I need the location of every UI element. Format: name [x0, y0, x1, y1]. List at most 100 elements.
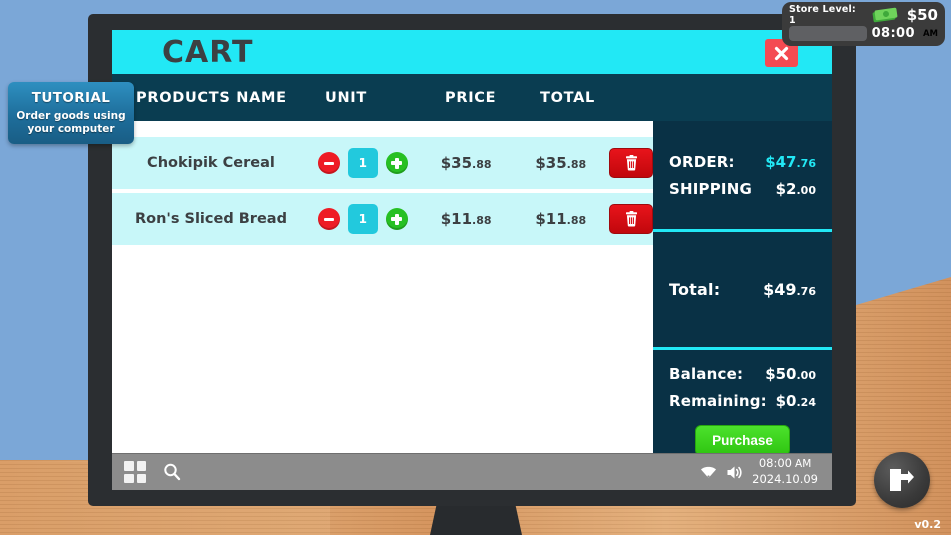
tutorial-text: Order goods using your computer [16, 110, 126, 136]
quantity-value[interactable]: 1 [347, 148, 378, 178]
start-grid-icon[interactable] [124, 461, 146, 483]
hud-bottom-row: 08:00 AM [789, 26, 938, 41]
taskbar: 08:00 AM 2024.10.09 [112, 453, 832, 490]
product-name: Chokipik Cereal [147, 154, 275, 171]
order-label: ORDER: [669, 152, 735, 171]
cart-window: CART PRODUCTS NAME UNIT PRICE TOTAL Chok… [112, 30, 832, 470]
price-cents: .88 [472, 158, 492, 171]
grand-total-dollars: $49 [763, 280, 797, 299]
balance-dollars: $50 [765, 364, 797, 383]
product-price: $11.88 [420, 210, 513, 228]
remaining-line: Remaining: $0.24 [669, 392, 816, 410]
taskbar-time: 08:00 [758, 456, 793, 471]
search-button[interactable] [162, 462, 182, 482]
total-cents: .88 [566, 214, 587, 227]
column-header-unit: UNIT [325, 89, 367, 106]
day-progress-bar [789, 26, 867, 41]
product-name: Ron's Sliced Bread [134, 210, 287, 227]
summary-total-block: Total: $49.76 [653, 232, 832, 347]
product-total: $11.88 [512, 210, 609, 228]
store-level-label: Store Level: 1 [789, 3, 856, 26]
order-line: ORDER: $47.76 [669, 153, 816, 171]
start-tile [124, 461, 134, 471]
cart-body: Chokipik Cereal 1 $35.88 $35.88 Ron's Sl… [112, 121, 832, 470]
table-row: Ron's Sliced Bread 1 $11.88 $11.88 [112, 193, 653, 245]
cart-titlebar: CART [112, 30, 832, 74]
grand-total-cents: .76 [796, 285, 817, 298]
price-dollars: $35 [440, 154, 473, 172]
exit-button[interactable] [874, 452, 930, 508]
order-value: $47.76 [765, 153, 816, 171]
taskbar-tray [700, 465, 743, 480]
order-dollars: $47 [765, 152, 797, 171]
game-scene: CART PRODUCTS NAME UNIT PRICE TOTAL Chok… [0, 0, 951, 535]
monitor-screen: CART PRODUCTS NAME UNIT PRICE TOTAL Chok… [112, 30, 832, 490]
cash-stack-icon [871, 6, 901, 23]
exit-door-icon [890, 469, 914, 491]
hud-top-row: Store Level: 1 $50 [789, 3, 938, 26]
total-line: Total: $49.76 [669, 280, 816, 299]
delete-item-button[interactable] [609, 148, 653, 178]
purchase-button[interactable]: Purchase [695, 424, 790, 456]
taskbar-ampm: AM [795, 458, 812, 471]
taskbar-time-row: 08:00 AM [752, 456, 818, 472]
balance-value: $50.00 [765, 365, 816, 383]
trash-icon [625, 155, 637, 171]
column-header-name: PRODUCTS NAME [136, 89, 287, 106]
column-header-price: PRICE [445, 89, 497, 106]
shipping-cents: .00 [796, 183, 817, 197]
delete-cell [609, 148, 653, 178]
cart-column-headers: PRODUCTS NAME UNIT PRICE TOTAL [112, 74, 832, 121]
close-icon [774, 46, 789, 60]
quantity-stepper: 1 [306, 148, 420, 178]
price-dollars: $11 [440, 210, 473, 228]
remaining-value: $0.24 [776, 392, 816, 410]
balance-line: Balance: $50.00 [669, 365, 816, 383]
plus-circle-icon[interactable] [385, 208, 408, 230]
taskbar-clock[interactable]: 08:00 AM 2024.10.09 [752, 456, 818, 487]
summary-balance-block: Balance: $50.00 Remaining: $0.24 Purchas… [653, 350, 832, 470]
start-tile [136, 473, 146, 483]
summary-order-block: ORDER: $47.76 SHIPPING $2.00 [653, 121, 832, 229]
start-tile [124, 473, 134, 483]
shipping-value: $2.00 [776, 180, 816, 198]
page-title: CART [162, 34, 254, 70]
taskbar-date: 2024.10.09 [752, 472, 818, 486]
balance-label: Balance: [669, 364, 744, 383]
balance-cents: .00 [796, 368, 817, 382]
total-dollars: $35 [535, 154, 567, 172]
monitor: CART PRODUCTS NAME UNIT PRICE TOTAL Chok… [88, 14, 856, 506]
plus-circle-icon[interactable] [385, 152, 408, 174]
total-cents: .88 [566, 158, 587, 171]
shipping-line: SHIPPING $2.00 [669, 180, 816, 198]
remaining-cents: .24 [796, 395, 817, 409]
tutorial-title: TUTORIAL [31, 90, 111, 106]
money-amount: $50 [906, 5, 938, 24]
minus-circle-icon[interactable] [317, 208, 340, 230]
hud-ampm: AM [922, 28, 938, 39]
total-dollars: $11 [535, 210, 567, 228]
trash-icon [625, 211, 637, 227]
wifi-icon[interactable] [700, 465, 717, 480]
volume-icon[interactable] [726, 465, 743, 480]
hud-time: 08:00 [871, 26, 915, 41]
delete-item-button[interactable] [609, 204, 653, 234]
quantity-value[interactable]: 1 [347, 204, 378, 234]
version-label: v0.2 [914, 518, 941, 531]
product-total: $35.88 [512, 154, 609, 172]
product-price: $35.88 [420, 154, 513, 172]
table-row: Chokipik Cereal 1 $35.88 $35.88 [112, 137, 653, 189]
start-tile [136, 461, 146, 471]
shipping-dollars: $2 [775, 179, 797, 198]
search-icon [164, 463, 181, 481]
order-summary-panel: ORDER: $47.76 SHIPPING $2.00 Total: $49.… [653, 121, 832, 470]
total-label: Total: [669, 280, 721, 299]
quantity-stepper: 1 [306, 204, 420, 234]
hud-panel: Store Level: 1 $50 08:00 AM [782, 2, 945, 46]
minus-circle-icon[interactable] [317, 152, 340, 174]
shipping-label: SHIPPING [669, 179, 752, 198]
remaining-dollars: $0 [775, 391, 797, 410]
order-cents: .76 [796, 156, 817, 170]
remaining-label: Remaining: [669, 391, 767, 410]
delete-cell [609, 204, 653, 234]
